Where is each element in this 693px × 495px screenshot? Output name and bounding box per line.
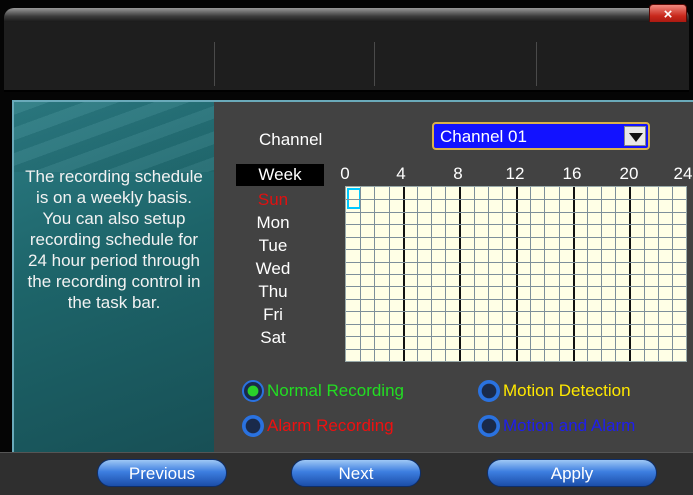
grid-row-line [346,311,686,313]
day-label-sun: Sun [257,190,289,209]
channel-selected-value: Channel 01 [440,127,527,146]
day-label-wed: Wed [255,259,291,278]
help-text: The recording schedule is on a weekly ba… [25,167,203,312]
grid-row-line [346,211,686,213]
hour-label: 16 [562,164,582,183]
previous-button[interactable]: Previous [97,459,227,487]
grid-row-line [346,274,686,275]
apply-button[interactable]: Apply [487,459,657,487]
radio-icon[interactable] [242,415,264,437]
grid-row-line [346,236,686,238]
hour-label: 12 [505,164,525,183]
grid-row-line [346,224,686,226]
grid-row-line [346,249,686,251]
day-label-mon: Mon [256,213,290,232]
day-label-fri: Fri [263,305,283,324]
day-label-thu: Thu [258,282,288,301]
hour-label: 24 [673,164,693,183]
hour-label: 4 [396,164,406,183]
grid-row-line [346,323,686,325]
hour-label: 0 [340,164,350,183]
week-header: Week [236,164,324,186]
legend-label: Motion Detection [503,381,631,400]
channel-label: Channel [259,130,323,149]
sidebar-texture [14,102,214,172]
grid-row-line [346,286,686,288]
next-button[interactable]: Next [291,459,421,487]
title-bar [4,8,689,22]
legend-motion-detection[interactable]: Motion Detection [478,380,631,402]
hour-label: 20 [619,164,639,183]
channel-dropdown[interactable]: Channel 01 [432,122,650,150]
toolbar [4,22,689,92]
legend-label: Motion and Alarm [503,416,636,435]
schedule-grid[interactable] [345,186,687,362]
grid-row-line [346,348,686,350]
day-label-sat: Sat [260,328,286,347]
legend-normal-recording[interactable]: Normal Recording [242,380,404,402]
toolbar-separator [536,42,537,86]
close-icon: × [663,6,673,23]
grid-row-line [346,298,686,300]
toolbar-separator [374,42,375,86]
radio-selected-icon[interactable] [242,380,264,402]
toolbar-separator [214,42,215,86]
legend-alarm-recording[interactable]: Alarm Recording [242,415,394,437]
grid-row-line [346,336,686,338]
legend-motion-and-alarm[interactable]: Motion and Alarm [478,415,635,437]
day-label-tue: Tue [258,236,288,255]
grid-row-line [346,261,686,263]
hour-label: 8 [453,164,463,183]
radio-icon[interactable] [478,415,500,437]
radio-icon[interactable] [478,380,500,402]
legend-label: Normal Recording [267,381,404,400]
dvr-window: × The recording schedule is on a weekly … [0,0,693,495]
grid-row-line [346,199,686,201]
help-sidebar: The recording schedule is on a weekly ba… [14,102,214,458]
chevron-down-icon[interactable] [624,126,646,146]
legend-label: Alarm Recording [267,416,394,435]
